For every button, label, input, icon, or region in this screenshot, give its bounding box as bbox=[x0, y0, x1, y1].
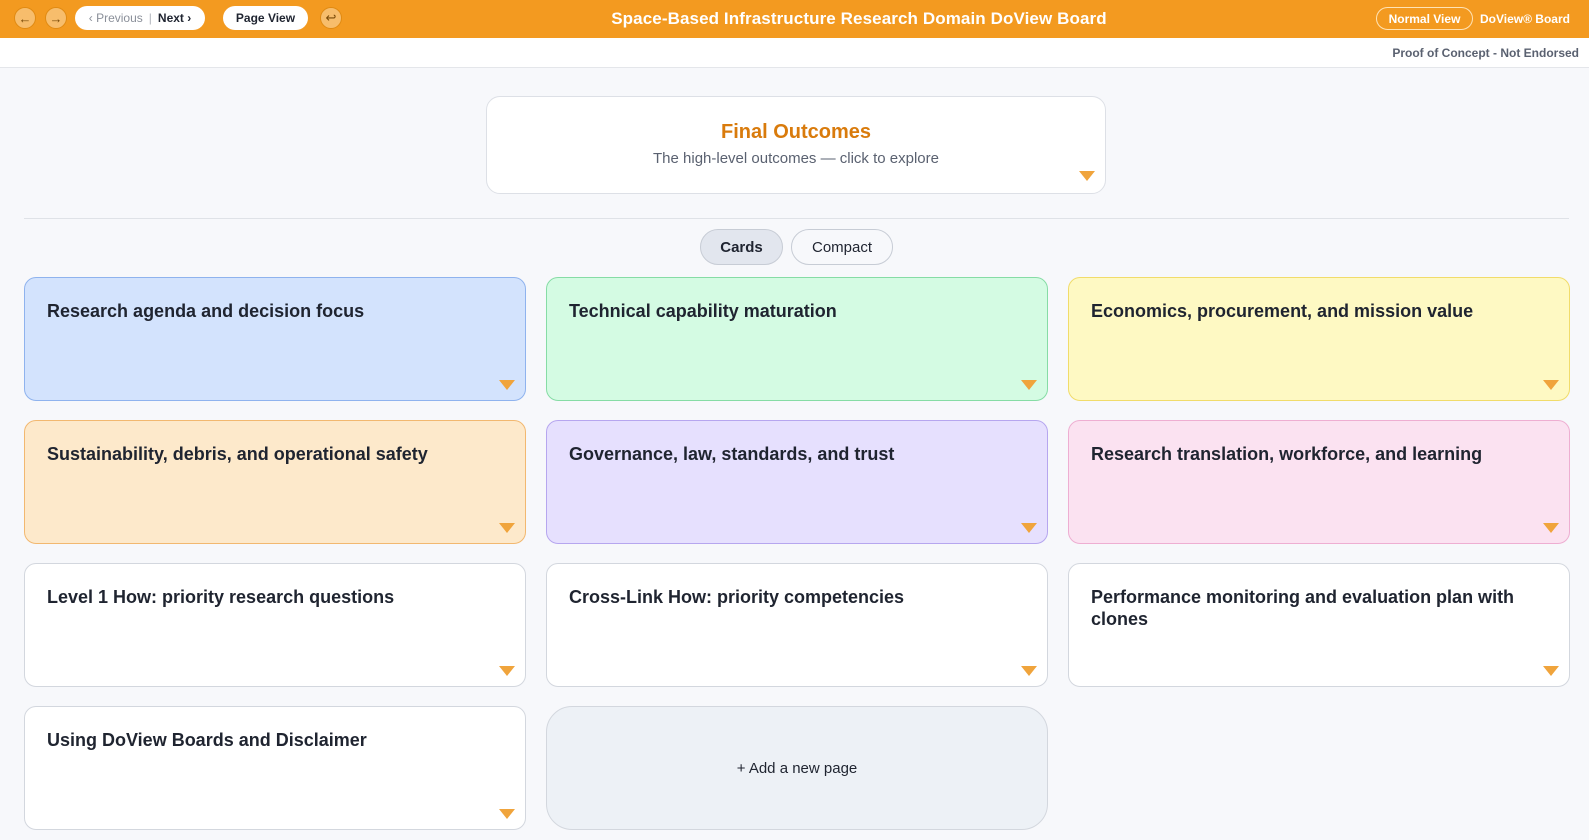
caret-down-icon[interactable] bbox=[1543, 380, 1559, 390]
card-label: Governance, law, standards, and trust bbox=[569, 444, 895, 464]
add-new-page-button[interactable]: + Add a new page bbox=[546, 706, 1048, 830]
return-arrow-icon[interactable]: ↩ bbox=[320, 7, 342, 29]
endorsement-notice: Proof of Concept - Not Endorsed bbox=[1392, 46, 1579, 60]
page-card[interactable]: Sustainability, debris, and operational … bbox=[24, 420, 526, 544]
previous-button[interactable]: ‹ Previous bbox=[89, 11, 143, 25]
page-card[interactable]: Technical capability maturation bbox=[546, 277, 1048, 401]
section-divider bbox=[24, 218, 1569, 219]
caret-down-icon[interactable] bbox=[499, 523, 515, 533]
final-outcomes-card[interactable]: Final Outcomes The high-level outcomes —… bbox=[486, 96, 1106, 194]
page-card[interactable]: Research translation, workforce, and lea… bbox=[1068, 420, 1570, 544]
caret-down-icon[interactable] bbox=[1543, 666, 1559, 676]
brand-label: DoView® Board bbox=[1480, 12, 1570, 26]
caret-down-icon[interactable] bbox=[1021, 523, 1037, 533]
page-card[interactable]: Cross-Link How: priority competencies bbox=[546, 563, 1048, 687]
card-label: Performance monitoring and evaluation pl… bbox=[1091, 587, 1515, 629]
caret-down-icon[interactable] bbox=[1021, 380, 1037, 390]
card-label: Level 1 How: priority research questions bbox=[47, 587, 395, 607]
page-card[interactable]: Using DoView Boards and Disclaimer bbox=[24, 706, 526, 830]
normal-view-button[interactable]: Normal View bbox=[1376, 7, 1473, 30]
page-card[interactable]: Level 1 How: priority research questions bbox=[24, 563, 526, 687]
page-card[interactable]: Governance, law, standards, and trust bbox=[546, 420, 1048, 544]
top-bar: ← → ‹ Previous | Next › Page View ↩ Spac… bbox=[0, 0, 1589, 38]
page-view-button[interactable]: Page View bbox=[223, 6, 308, 30]
caret-down-icon[interactable] bbox=[1079, 171, 1095, 181]
board-title: Space-Based Infrastructure Research Doma… bbox=[611, 9, 1107, 28]
compact-view-toggle[interactable]: Compact bbox=[791, 229, 893, 265]
caret-down-icon[interactable] bbox=[1543, 523, 1559, 533]
page-card[interactable]: Performance monitoring and evaluation pl… bbox=[1068, 563, 1570, 687]
forward-arrow-icon[interactable]: → bbox=[45, 7, 67, 29]
hero-title: Final Outcomes bbox=[720, 121, 872, 143]
cards-view-toggle[interactable]: Cards bbox=[700, 229, 783, 265]
caret-down-icon[interactable] bbox=[1021, 666, 1037, 676]
sub-bar: Proof of Concept - Not Endorsed bbox=[0, 38, 1589, 68]
caret-down-icon[interactable] bbox=[499, 809, 515, 819]
back-arrow-icon[interactable]: ← bbox=[14, 7, 36, 29]
card-label: Sustainability, debris, and operational … bbox=[47, 444, 428, 464]
card-label: Research translation, workforce, and lea… bbox=[1091, 444, 1483, 464]
card-label: Economics, procurement, and mission valu… bbox=[1091, 301, 1474, 321]
page-card[interactable]: Research agenda and decision focus bbox=[24, 277, 526, 401]
caret-down-icon[interactable] bbox=[499, 380, 515, 390]
card-label: Using DoView Boards and Disclaimer bbox=[47, 730, 367, 750]
hero-subtitle: The high-level outcomes — click to explo… bbox=[653, 150, 939, 167]
caret-down-icon[interactable] bbox=[499, 666, 515, 676]
next-button[interactable]: Next › bbox=[158, 11, 191, 25]
pager-separator: | bbox=[148, 11, 152, 25]
card-label: Research agenda and decision focus bbox=[47, 301, 365, 321]
page-card[interactable]: Economics, procurement, and mission valu… bbox=[1068, 277, 1570, 401]
card-label: Technical capability maturation bbox=[569, 301, 837, 321]
prev-next-pager: ‹ Previous | Next › bbox=[75, 6, 205, 30]
card-label: Cross-Link How: priority competencies bbox=[569, 587, 905, 607]
